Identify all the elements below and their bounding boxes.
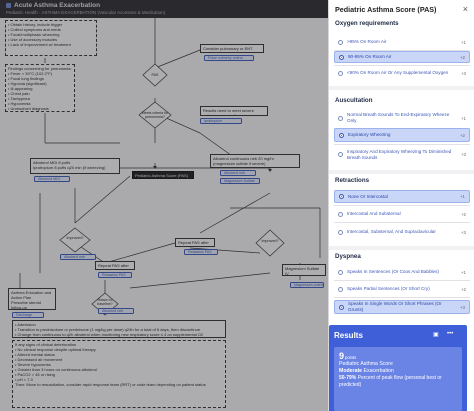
results-card: 9points Pediatric Asthma Score Moderate …	[334, 347, 462, 411]
option-auscultation-1[interactable]: Normal Breath Sounds To End-Expiratory W…	[334, 110, 470, 126]
score-value: 9points	[339, 351, 457, 361]
option-retractions-1[interactable]: None Or Intercostal +1	[334, 190, 470, 203]
flowchart-canvas[interactable]: Acute Asthma Exacerbation Pediatric Heal…	[0, 0, 328, 411]
peak-flow-pct: 50-79%	[339, 375, 357, 381]
modal-overlay[interactable]	[0, 0, 328, 411]
section-heading-retractions: Retractions	[335, 177, 370, 184]
option-divider	[334, 144, 470, 145]
option-label: <90% On Room Air Or Any Supplemental Oxy…	[347, 70, 449, 76]
option-label: >95% On Room Air	[347, 39, 387, 45]
option-divider	[334, 65, 470, 66]
severity-line: Moderate Exacerbation	[339, 368, 457, 375]
option-label: Speaks Partial Sentences (Or Short Cry)	[347, 286, 430, 292]
option-label: Intercostal, Substernal, And Supraclavic…	[347, 229, 436, 235]
option-dyspnea-1[interactable]: Speaks In Sentences (Or Coos And Babbles…	[334, 266, 470, 278]
option-auscultation-3[interactable]: Inspiratory And Expiratory Wheezing To D…	[334, 146, 470, 163]
option-label: Expiratory Wheezing	[348, 132, 391, 138]
option-points: +2	[460, 286, 466, 292]
option-label: Speaks In Single Words Or Short Phrases …	[348, 301, 442, 312]
score-name: Pediatric Asthma Score	[339, 361, 393, 367]
option-oxygen-3[interactable]: <90% On Room Air Or Any Supplemental Oxy…	[334, 67, 470, 79]
option-retractions-3[interactable]: Intercostal, Substernal, And Supraclavic…	[334, 226, 470, 238]
option-points: +2	[460, 211, 466, 217]
radio-icon[interactable]	[338, 70, 343, 76]
section-divider	[329, 170, 474, 174]
option-oxygen-1[interactable]: >95% On Room Air +1	[334, 36, 470, 48]
option-oxygen-2[interactable]: 90-95% On Room Air +2	[334, 51, 470, 63]
radio-icon[interactable]	[338, 211, 343, 217]
option-label: Speaks In Sentences (Or Coos And Babbles…	[347, 269, 439, 275]
radio-icon[interactable]	[338, 152, 343, 157]
radio-selected-icon[interactable]	[339, 304, 344, 310]
radio-selected-icon[interactable]	[339, 54, 344, 60]
score-number: 9	[339, 351, 345, 361]
section-heading-oxygen: Oxygen requirements	[335, 20, 399, 27]
panel-header: Pediatric Asthma Score (PAS) ×	[329, 0, 474, 18]
radio-icon[interactable]	[338, 269, 343, 275]
radio-icon[interactable]	[338, 286, 343, 292]
option-points: +3	[459, 304, 465, 310]
option-auscultation-2[interactable]: Expiratory Wheezing +2	[334, 128, 470, 142]
severity-level: Moderate	[339, 368, 363, 374]
option-points: +2	[459, 132, 465, 138]
results-heading: Results	[334, 331, 363, 340]
section-heading-dyspnea: Dyspnea	[335, 253, 361, 260]
option-divider	[334, 280, 470, 281]
option-dyspnea-2[interactable]: Speaks Partial Sentences (Or Short Cry) +…	[334, 283, 470, 295]
option-label: Normal Breath Sounds To End-Expiratory W…	[347, 112, 450, 123]
option-points: +1	[459, 194, 465, 199]
option-points: +1	[460, 269, 466, 275]
results-panel: Results ▣ ••• 9points Pediatric Asthma S…	[329, 325, 467, 411]
peak-flow-line: 50-79% Percent of peak flow (personal be…	[339, 375, 457, 388]
section-divider	[329, 246, 474, 250]
option-label: 90-95% On Room Air	[348, 54, 392, 60]
more-icon[interactable]: •••	[447, 331, 453, 337]
radio-selected-icon[interactable]	[339, 132, 344, 138]
option-points: +2	[459, 54, 465, 60]
radio-icon[interactable]	[338, 115, 343, 121]
option-dyspnea-3[interactable]: Speaks In Single Words Or Short Phrases …	[334, 300, 470, 314]
radio-selected-icon[interactable]	[339, 194, 344, 199]
section-divider	[329, 86, 474, 90]
option-retractions-2[interactable]: Intercostal And Substernal +2	[334, 208, 470, 220]
option-points: +3	[460, 70, 466, 76]
score-unit: points	[345, 355, 357, 360]
option-points: +3	[460, 152, 466, 157]
option-points: +1	[460, 115, 466, 121]
option-label: Intercostal And Substernal	[347, 211, 401, 217]
close-icon[interactable]: ×	[463, 4, 468, 14]
option-divider	[334, 222, 470, 223]
option-label: None Or Intercostal	[348, 193, 388, 199]
option-points: +3	[460, 229, 466, 235]
option-points: +1	[460, 39, 466, 45]
radio-icon[interactable]	[338, 39, 343, 45]
option-divider	[334, 205, 470, 206]
radio-icon[interactable]	[338, 229, 343, 235]
copy-icon[interactable]: ▣	[433, 331, 439, 338]
panel-title: Pediatric Asthma Score (PAS)	[335, 4, 437, 14]
severity-suffix: Exacerbation	[363, 368, 394, 374]
option-divider	[334, 297, 470, 298]
option-label: Inspiratory And Expiratory Wheezing To D…	[347, 148, 452, 160]
section-heading-auscultation: Auscultation	[335, 97, 373, 104]
